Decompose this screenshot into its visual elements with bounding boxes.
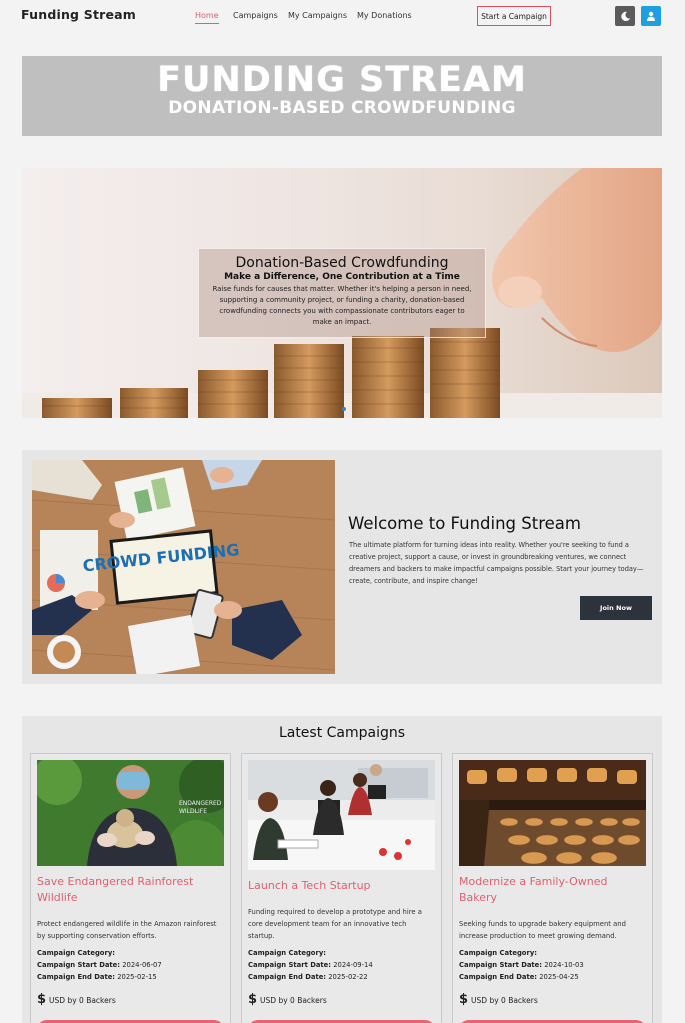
svg-text:ENDANGERED: ENDANGERED (179, 800, 222, 807)
campaign-meta: Campaign Category: Campaign Start Date: … (248, 947, 433, 983)
category-label: Campaign Category: (248, 949, 326, 957)
funding-text: USD by 0 Backers (49, 996, 116, 1005)
nav-my-campaigns[interactable]: My Campaigns (288, 11, 347, 20)
nav-my-donations[interactable]: My Donations (357, 11, 412, 20)
category-label: Campaign Category: (37, 949, 115, 957)
banner-title: FUNDING STREAM (157, 60, 527, 100)
hero-subtitle: Make a Difference, One Contribution at a… (224, 272, 460, 282)
hero-title: Donation-Based Crowdfunding (235, 255, 449, 271)
funding-text: USD by 0 Backers (471, 996, 538, 1005)
funding-text: USD by 0 Backers (260, 996, 327, 1005)
start-date-label: Campaign Start Date: (459, 961, 543, 969)
end-date-label: Campaign End Date: (248, 973, 327, 981)
start-campaign-button[interactable]: Start a Campaign (477, 6, 551, 26)
dollar-icon: $ (459, 992, 469, 1007)
navbar: Funding Stream Home Campaigns My Campaig… (0, 0, 685, 34)
end-date-value: 2025-02-22 (328, 973, 368, 981)
welcome-title: Welcome to Funding Stream (348, 514, 581, 533)
dollar-icon: $ (37, 992, 47, 1007)
theme-toggle-button[interactable] (615, 6, 635, 26)
join-now-button[interactable]: Join Now (580, 596, 652, 620)
campaign-meta: Campaign Category: Campaign Start Date: … (459, 947, 644, 983)
campaign-title[interactable]: Launch a Tech Startup (248, 878, 433, 894)
end-date-value: 2025-04-25 (539, 973, 579, 981)
campaign-funding: $ USD by 0 Backers (459, 992, 538, 1007)
campaign-funding: $ USD by 0 Backers (248, 992, 327, 1007)
user-profile-button[interactable] (641, 6, 661, 26)
start-date-label: Campaign Start Date: (248, 961, 332, 969)
tech-office-image (248, 760, 435, 870)
hero-text: Raise funds for causes that matter. Whet… (212, 285, 472, 326)
campaign-description: Funding required to develop a prototype … (248, 908, 422, 940)
hero-carousel[interactable]: Donation-Based Crowdfunding Make a Diffe… (22, 168, 662, 418)
campaign-card[interactable]: ENDANGERED WILDLIFE Save Endangered Rain… (30, 753, 231, 1023)
start-date-label: Campaign Start Date: (37, 961, 121, 969)
end-date-value: 2025-02-15 (117, 973, 157, 981)
latest-campaigns-title: Latest Campaigns (278, 725, 406, 741)
brand-logo[interactable]: Funding Stream (21, 7, 136, 22)
svg-text:WILDLIFE: WILDLIFE (179, 808, 207, 815)
dollar-icon: $ (248, 992, 258, 1007)
welcome-text: The ultimate platform for turning ideas … (349, 541, 644, 585)
wildlife-image: ENDANGERED WILDLIFE (37, 760, 224, 866)
campaign-funding: $ USD by 0 Backers (37, 992, 116, 1007)
start-date-value: 2024-09-14 (333, 961, 373, 969)
campaign-description: Protect endangered wildlife in the Amazo… (37, 920, 217, 940)
title-banner: FUNDING STREAM DONATION-BASED CROWDFUNDI… (22, 56, 662, 136)
welcome-section: CROWD FUNDING Welcome to Funding Stream … (22, 450, 662, 684)
bakery-image (459, 760, 646, 866)
category-label: Campaign Category: (459, 949, 537, 957)
hero-caption: Donation-Based Crowdfunding Make a Diffe… (198, 248, 486, 338)
user-icon (647, 11, 655, 21)
campaign-title[interactable]: Modernize a Family-Owned Bakery (459, 874, 644, 906)
start-date-value: 2024-06-07 (122, 961, 162, 969)
campaign-title[interactable]: Save Endangered Rainforest Wildlife (37, 874, 222, 906)
campaign-description: Seeking funds to upgrade bakery equipmen… (459, 920, 626, 940)
campaign-card[interactable]: Launch a Tech Startup Funding required t… (241, 753, 442, 1023)
campaign-card[interactable]: Modernize a Family-Owned Bakery Seeking … (452, 753, 653, 1023)
moon-icon (620, 11, 630, 21)
banner-subtitle: DONATION-BASED CROWDFUNDING (168, 98, 516, 118)
end-date-label: Campaign End Date: (37, 973, 116, 981)
campaign-meta: Campaign Category: Campaign Start Date: … (37, 947, 222, 983)
nav-campaigns[interactable]: Campaigns (233, 11, 278, 20)
nav-home[interactable]: Home (195, 11, 219, 24)
latest-campaigns-section: Latest Campaigns ENDANGERED WILDLIFE Sav… (22, 716, 662, 1023)
end-date-label: Campaign End Date: (459, 973, 538, 981)
crowdfunding-image: CROWD FUNDING (32, 460, 335, 674)
start-date-value: 2024-10-03 (544, 961, 584, 969)
